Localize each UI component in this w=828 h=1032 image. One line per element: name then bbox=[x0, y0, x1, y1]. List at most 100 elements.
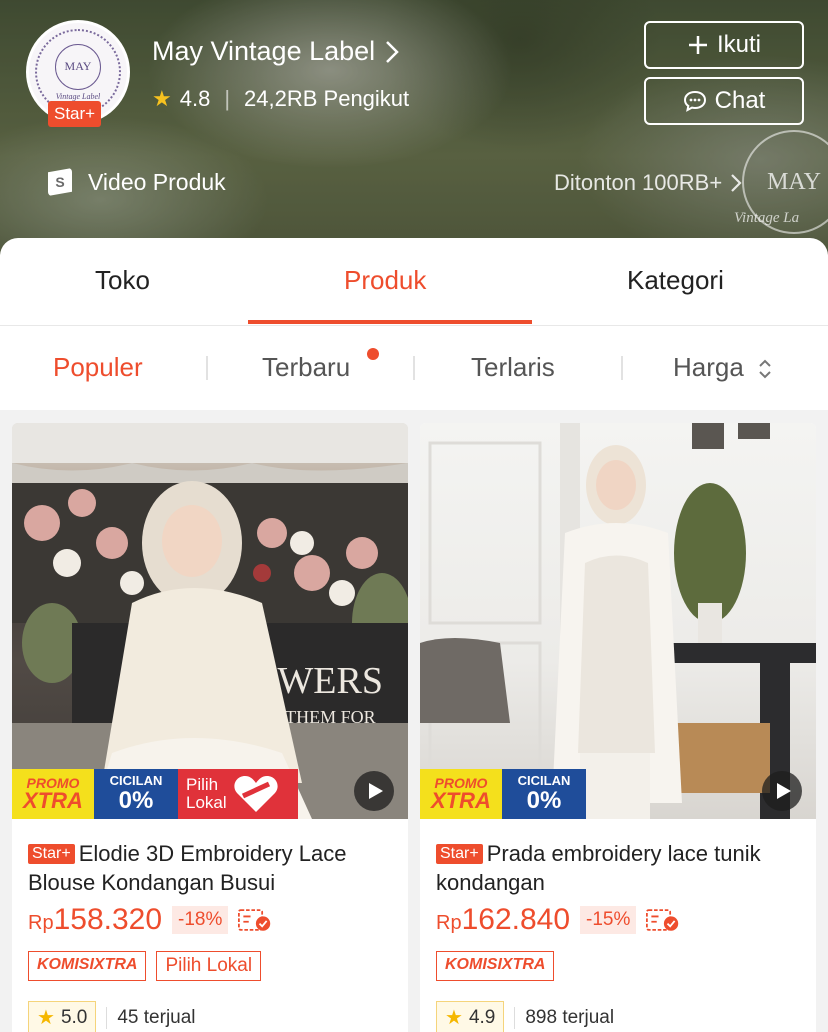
sold-count: 45 terjual bbox=[117, 1006, 196, 1028]
promo-strip: PROMO XTRA CICILAN 0% bbox=[420, 769, 586, 819]
heart-icon bbox=[234, 776, 278, 812]
sort-divider bbox=[413, 356, 415, 380]
product-photo[interactable]: PROMO XTRA CICILAN 0% bbox=[420, 423, 816, 819]
komisi-xtra-tag: KOMISIXTRA bbox=[28, 951, 147, 981]
sort-harga-label: Harga bbox=[673, 352, 744, 382]
price-value: 162.840 bbox=[461, 903, 571, 936]
product-title[interactable]: Star+ Prada embroidery lace tunik kondang… bbox=[436, 839, 802, 897]
product-title-text: Elodie 3D Embroidery Lace Blouse Kondang… bbox=[28, 841, 347, 895]
shop-rating: 4.8 bbox=[179, 86, 211, 111]
star-icon: ★ bbox=[445, 1007, 463, 1029]
pilih-lokal-tag: Pilih Lokal bbox=[156, 951, 262, 981]
sort-divider bbox=[206, 356, 208, 380]
promo-strip: PROMO XTRA CICILAN 0% Pilih Lokal bbox=[12, 769, 298, 819]
star-plus-tag: Star+ bbox=[436, 844, 483, 864]
lokal-bottom: Lokal bbox=[186, 793, 227, 812]
sold-count: 898 terjual bbox=[525, 1006, 615, 1028]
chat-bubble-icon bbox=[683, 90, 706, 112]
discount-badge: -15% bbox=[580, 906, 637, 934]
product-photo-illustration bbox=[420, 423, 816, 819]
product-card[interactable]: PROMO XTRA CICILAN 0% Star+ Prada embroid… bbox=[420, 423, 816, 1032]
price-currency: Rp bbox=[28, 912, 54, 934]
stats-divider: | bbox=[224, 86, 231, 111]
rating-row: ★ 4.9 898 terjual bbox=[436, 1001, 614, 1032]
price-currency: Rp bbox=[436, 912, 462, 934]
promo-bottom: XTRA bbox=[431, 788, 491, 813]
star-icon: ★ bbox=[152, 86, 172, 111]
video-icon: S bbox=[48, 168, 72, 196]
product-photo[interactable]: OWERS ICK THEM FOR PROMO XTRA CICILAN 0% bbox=[12, 423, 408, 819]
product-photo-illustration: OWERS ICK THEM FOR bbox=[12, 423, 408, 819]
shop-followers: 24,2RB Pengikut bbox=[244, 86, 410, 111]
installment-icon bbox=[238, 909, 271, 931]
product-title-text: Prada embroidery lace tunik kondangan bbox=[436, 841, 761, 895]
avatar-logo-sub: Vintage Label bbox=[55, 91, 101, 101]
shop-stats: ★ 4.8 | 24,2RB Pengikut bbox=[152, 86, 409, 112]
sort-harga[interactable]: Harga bbox=[673, 352, 773, 383]
promo-xtra-badge: PROMO XTRA bbox=[420, 769, 502, 819]
product-rating: 4.9 bbox=[468, 1006, 496, 1028]
lokal-top: Pilih bbox=[186, 775, 219, 794]
product-title[interactable]: Star+ Elodie 3D Embroidery Lace Blouse Ko… bbox=[28, 839, 394, 897]
rating-box: ★ 5.0 bbox=[28, 1001, 97, 1032]
rating-divider bbox=[106, 1006, 108, 1029]
product-price: Rp162.840 bbox=[436, 903, 570, 937]
play-icon bbox=[776, 783, 791, 799]
chevron-right-icon bbox=[386, 40, 399, 63]
chevron-right-icon bbox=[731, 174, 742, 192]
price-value: 158.320 bbox=[53, 903, 163, 936]
tab-kategori[interactable]: Kategori bbox=[627, 265, 724, 296]
promo-bottom: XTRA bbox=[23, 788, 83, 813]
cicilan-bottom: 0% bbox=[118, 787, 154, 814]
video-produk-link[interactable]: S Video Produk bbox=[48, 168, 226, 196]
product-rating: 5.0 bbox=[60, 1006, 88, 1028]
shop-name: May Vintage Label bbox=[152, 36, 376, 66]
rating-row: ★ 5.0 45 terjual bbox=[28, 1001, 196, 1032]
tab-toko[interactable]: Toko bbox=[95, 265, 150, 296]
installment-icon bbox=[646, 909, 679, 931]
plus-icon bbox=[688, 36, 707, 54]
shop-page: MAY Vintage Label Star+ May Vintage Labe… bbox=[0, 0, 828, 1032]
banner-watermark-sub: Vintage La bbox=[734, 210, 800, 226]
cicilan-badge: CICILAN 0% bbox=[502, 769, 586, 819]
cicilan-top: CICILAN bbox=[517, 773, 571, 788]
play-video-button[interactable] bbox=[354, 771, 394, 811]
cicilan-bottom: 0% bbox=[526, 787, 562, 814]
shop-name-link[interactable]: May Vintage Label bbox=[152, 36, 399, 67]
cicilan-top: CICILAN bbox=[109, 773, 163, 788]
avatar-logo-text: MAY bbox=[55, 43, 101, 90]
tab-produk[interactable]: Produk bbox=[344, 265, 426, 296]
views-link[interactable]: Ditonton 100RB+ bbox=[554, 170, 742, 196]
discount-badge: -18% bbox=[172, 906, 229, 934]
follow-label: Ikuti bbox=[716, 31, 761, 58]
follow-button[interactable]: Ikuti bbox=[644, 21, 804, 69]
chat-label: Chat bbox=[714, 87, 766, 114]
price-row: Rp158.320 -18% bbox=[28, 903, 272, 937]
star-plus-badge: Star+ bbox=[48, 101, 102, 127]
sort-populer[interactable]: Populer bbox=[53, 352, 143, 383]
promo-xtra-badge: PROMO XTRA bbox=[12, 769, 94, 819]
tags-row: KOMISIXTRA bbox=[436, 951, 555, 981]
sort-arrows-icon bbox=[759, 359, 771, 379]
product-card[interactable]: OWERS ICK THEM FOR PROMO XTRA CICILAN 0% bbox=[12, 423, 408, 1032]
rating-box: ★ 4.9 bbox=[436, 1001, 505, 1032]
sort-terbaru[interactable]: Terbaru bbox=[262, 352, 350, 383]
sort-divider bbox=[621, 356, 623, 380]
views-label: Ditonton 100RB+ bbox=[554, 170, 723, 195]
new-dot-indicator bbox=[367, 348, 379, 360]
product-price: Rp158.320 bbox=[28, 903, 162, 937]
shop-tabs: Toko Produk Kategori bbox=[0, 238, 828, 326]
play-icon bbox=[368, 783, 383, 799]
tags-row: KOMISIXTRA Pilih Lokal bbox=[28, 951, 262, 981]
sort-bar: Populer Terbaru Terlaris Harga bbox=[0, 326, 828, 410]
video-label: Video Produk bbox=[88, 168, 226, 195]
play-video-button[interactable] bbox=[762, 771, 802, 811]
sort-terlaris[interactable]: Terlaris bbox=[471, 352, 555, 383]
rating-divider bbox=[514, 1006, 516, 1029]
price-row: Rp162.840 -15% bbox=[436, 903, 680, 937]
active-tab-indicator bbox=[248, 320, 532, 324]
pilih-lokal-badge: Pilih Lokal bbox=[178, 769, 298, 819]
chat-button[interactable]: Chat bbox=[644, 77, 804, 125]
star-icon: ★ bbox=[37, 1007, 55, 1029]
komisi-xtra-tag: KOMISIXTRA bbox=[436, 951, 555, 981]
